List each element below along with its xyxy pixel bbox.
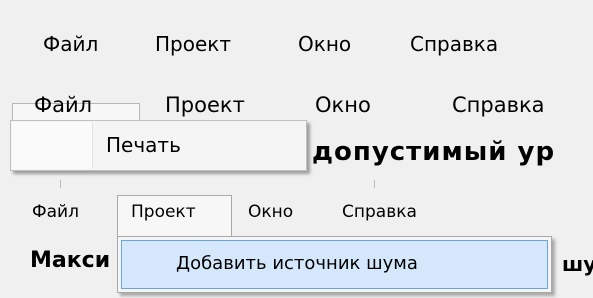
project-dropdown-menu: Добавить источник шума — [117, 236, 552, 293]
menu-window[interactable]: Окно — [298, 34, 351, 54]
menu-file[interactable]: Файл — [32, 204, 79, 221]
menu-file-active[interactable]: Файл — [34, 95, 92, 116]
menu-project[interactable]: Проект — [165, 95, 245, 116]
menu-item-print[interactable]: Печать — [106, 135, 181, 155]
menu-window[interactable]: Окно — [315, 95, 371, 116]
menu-project[interactable]: Проект — [155, 34, 231, 54]
menu-help[interactable]: Справка — [342, 204, 417, 221]
menu-help[interactable]: Справка — [410, 34, 498, 54]
background-label-2: шу — [562, 252, 593, 276]
menu-icon-gutter — [12, 122, 93, 169]
background-heading: допустимый ур — [312, 137, 556, 167]
menu-project-active[interactable]: Проект — [131, 204, 196, 221]
menu-help[interactable]: Справка — [452, 95, 545, 116]
menu-item-highlight[interactable]: Добавить источник шума — [121, 240, 548, 289]
menu-item-add-noise-source[interactable]: Добавить источник шума — [176, 255, 418, 273]
file-dropdown-menu: Печать — [10, 120, 307, 171]
background-label: Макси — [30, 248, 111, 273]
menu-bar-1: Файл Проект Окно Справка — [0, 0, 593, 88]
menu-window[interactable]: Окно — [248, 204, 293, 221]
menu-file[interactable]: Файл — [43, 34, 98, 54]
